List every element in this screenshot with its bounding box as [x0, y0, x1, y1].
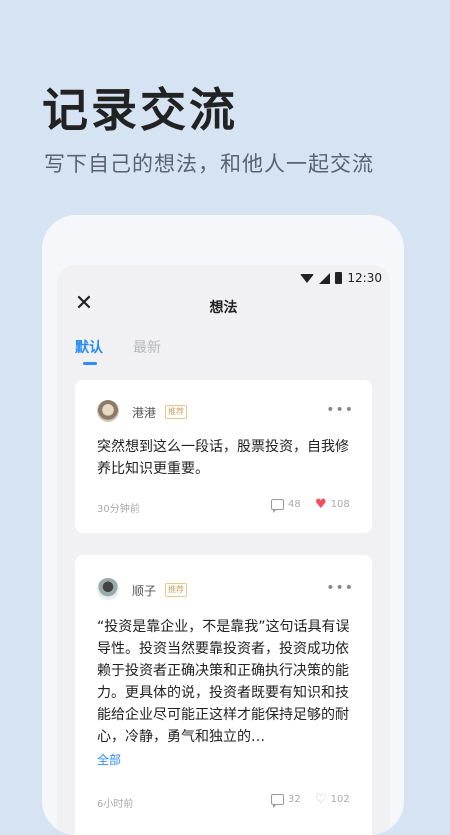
- page-title: 想法: [209, 300, 238, 316]
- more-icon[interactable]: •••: [326, 580, 354, 596]
- comment-count: 48: [288, 499, 301, 510]
- avatar[interactable]: [97, 400, 119, 422]
- status-bar: 12:30: [300, 269, 382, 287]
- phone-frame: 12:30 ✕ 想法 默认 最新 港港 推荐 ••• 突然想到这么一段话，股票投…: [42, 215, 404, 835]
- recommend-badge: 推荐: [165, 405, 187, 419]
- heart-icon: ♥: [315, 496, 327, 512]
- like-count: 108: [330, 499, 350, 510]
- tab-default[interactable]: 默认: [75, 337, 103, 357]
- comment-icon: [271, 499, 284, 513]
- tab-latest[interactable]: 最新: [133, 337, 161, 357]
- read-more-link[interactable]: 全部: [97, 751, 121, 768]
- more-icon[interactable]: •••: [326, 402, 354, 418]
- post-time: 6小时前: [97, 799, 134, 810]
- app-screen: 12:30 ✕ 想法 默认 最新 港港 推荐 ••• 突然想到这么一段话，股票投…: [57, 265, 390, 835]
- recommend-badge: 推荐: [165, 583, 187, 597]
- tab-indicator: [83, 362, 97, 365]
- signal-icon: [319, 272, 331, 284]
- hero-title: 记录交流: [42, 83, 238, 137]
- post-username[interactable]: 港港: [132, 404, 156, 421]
- battery-icon: [335, 272, 343, 284]
- comment-button[interactable]: 48: [271, 499, 301, 513]
- post-text[interactable]: 突然想到这么一段话，股票投资，自我修养比知识更重要。: [97, 436, 350, 480]
- post-text[interactable]: “投资是靠企业，不是靠我”这句话具有误导性。投资当然要靠投资者，投资成功依赖于投…: [97, 616, 350, 748]
- status-time: 12:30: [347, 271, 382, 285]
- avatar[interactable]: [97, 578, 119, 600]
- wifi-icon: [300, 273, 315, 283]
- post-username[interactable]: 顺子: [132, 582, 156, 599]
- post-card[interactable]: 港港 推荐 ••• 突然想到这么一段话，股票投资，自我修养比知识更重要。 30分…: [75, 380, 372, 533]
- post-time: 30分钟前: [97, 504, 140, 515]
- like-button[interactable]: ♥ 108: [315, 496, 350, 512]
- post-card[interactable]: 顺子 推荐 ••• “投资是靠企业，不是靠我”这句话具有误导性。投资当然要靠投资…: [75, 555, 372, 835]
- hero-subtitle: 写下自己的想法，和他人一起交流: [44, 152, 374, 176]
